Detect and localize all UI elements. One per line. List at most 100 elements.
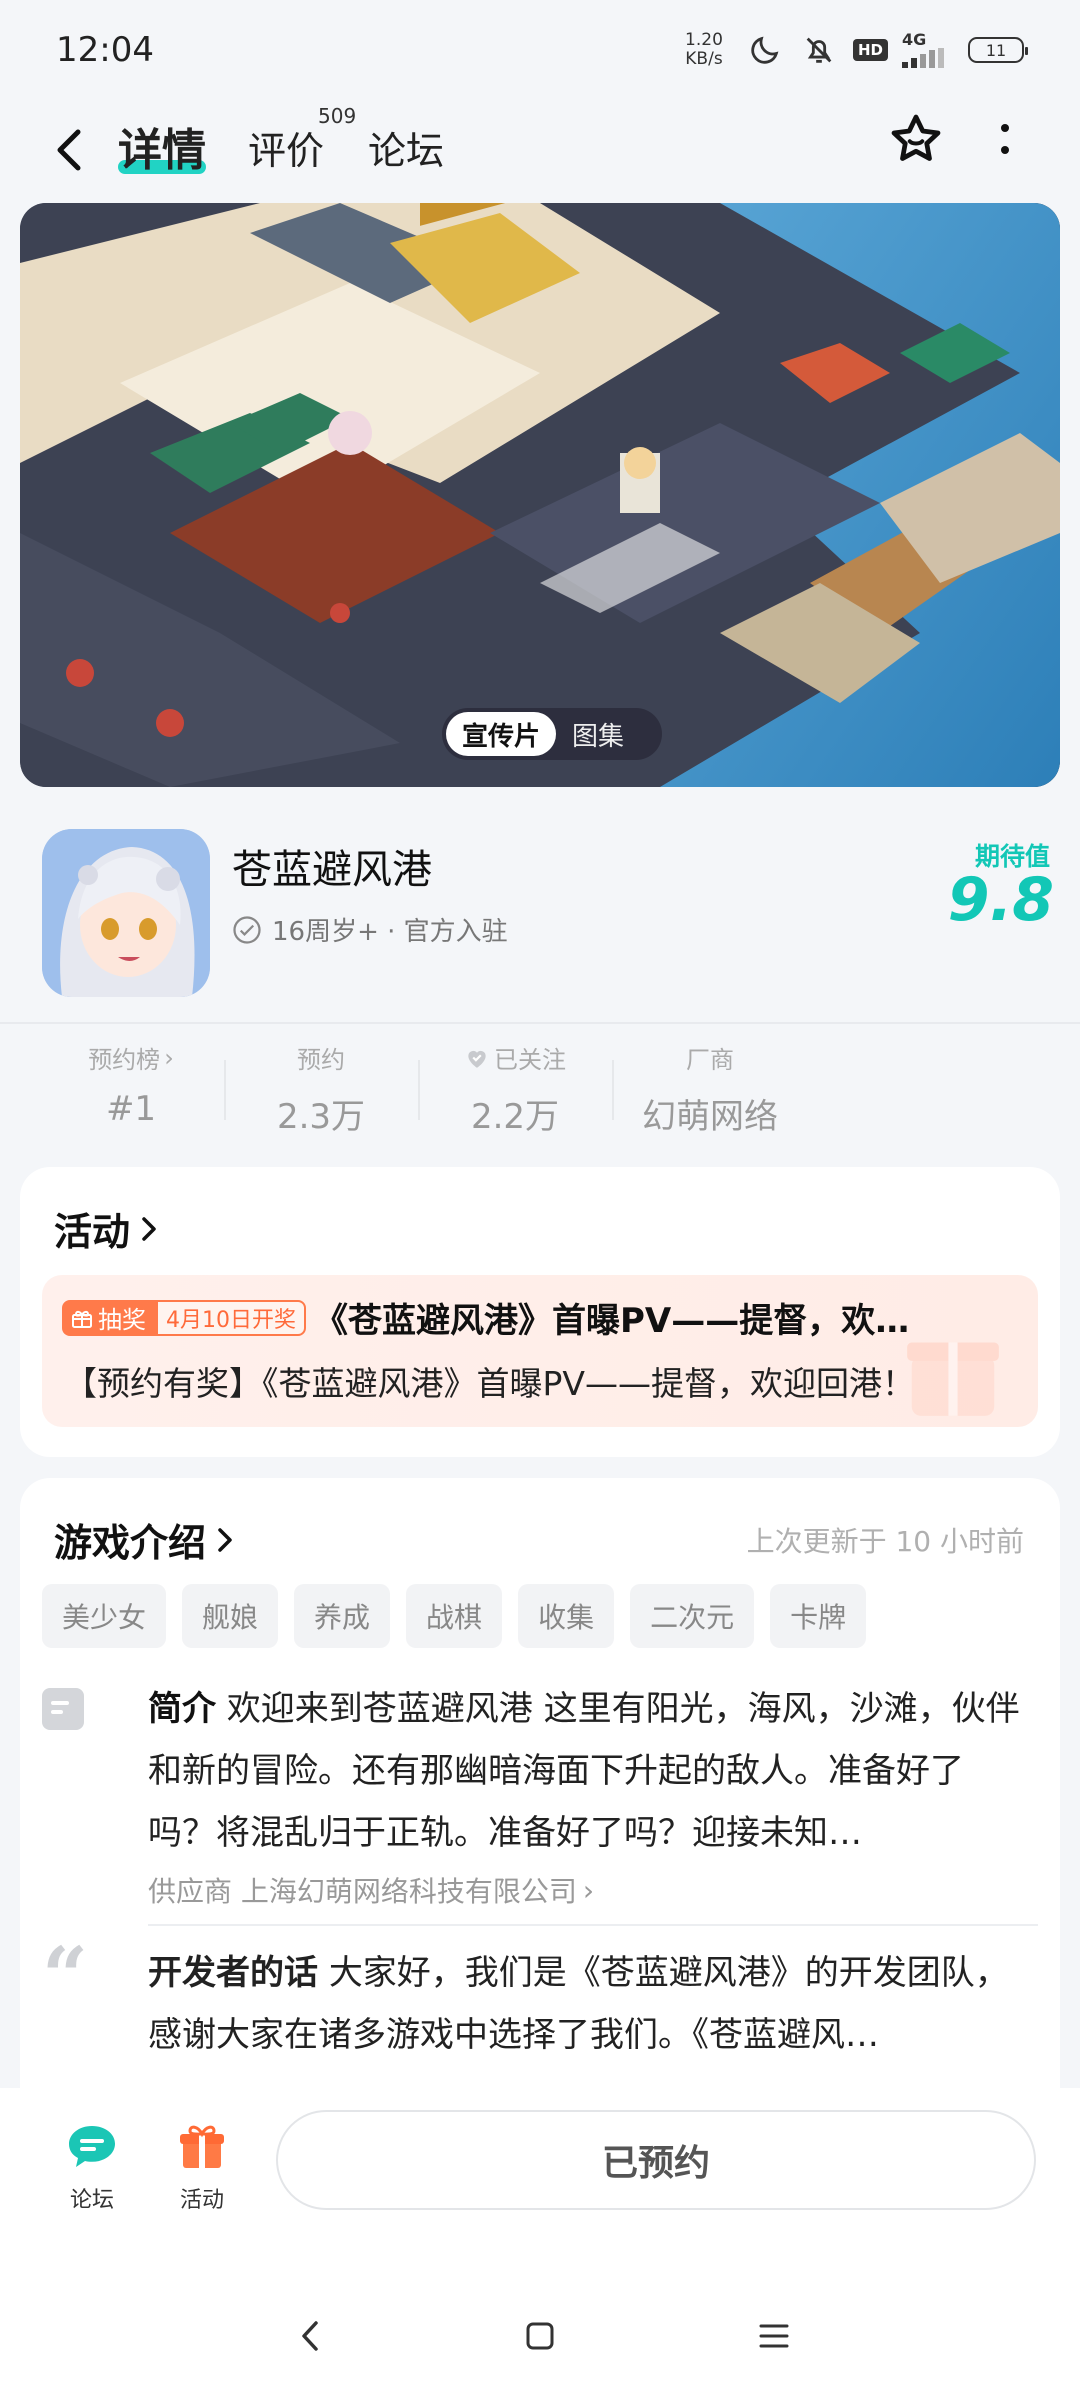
app-meta: 16周岁+ · 官方入驻: [232, 911, 508, 948]
tab-detail-label: 详情: [118, 125, 206, 176]
app-meta-text: 16周岁+ · 官方入驻: [272, 917, 508, 947]
tab-forum[interactable]: 论坛: [368, 120, 444, 175]
more-vertical-icon: [1001, 124, 1009, 154]
net-speed: 1.20 KB/s: [677, 31, 731, 69]
chevron-right-icon: ›: [164, 1043, 174, 1072]
tag[interactable]: 养成: [294, 1584, 391, 1648]
chevron-right-icon: [218, 1527, 232, 1552]
stat-label: 厂商: [686, 1046, 734, 1074]
bell-muted-icon: [799, 30, 839, 70]
tag[interactable]: 二次元: [630, 1584, 755, 1648]
stat-label: 预约榜 ›: [88, 1043, 174, 1075]
tag-list: 美少女 舰娘 养成 战棋 收集 二次元 卡牌: [42, 1584, 867, 1648]
forum-button[interactable]: 论坛: [52, 2120, 132, 2214]
activity-subtitle: 【预约有奖】《苍蓝避风港》首曝PV——提督，欢迎回港！: [64, 1364, 915, 1403]
tag[interactable]: 收集: [518, 1584, 615, 1648]
chevron-left-icon: [57, 129, 81, 171]
tab-review[interactable]: 评价 509: [248, 104, 356, 175]
summary-body: 欢迎来到苍蓝避风港 这里有阳光，海风，沙滩，伙伴和新的冒险。还有那幽暗海面下升起…: [148, 1689, 1020, 1853]
activity-button[interactable]: 活动: [162, 2120, 242, 2214]
activity-banner[interactable]: 抽奖 4月10日开奖 《苍蓝避风港》首曝PV——提督，欢… 【预约有奖】《苍蓝避…: [42, 1275, 1038, 1427]
star-icon: [891, 114, 941, 161]
divider: [0, 1022, 1080, 1024]
chevron-left-icon: [302, 2321, 318, 2351]
review-count: 509: [318, 104, 357, 128]
verified-check-icon: [233, 915, 261, 944]
expectation-score: 9.8: [947, 865, 1054, 935]
pill-gallery[interactable]: 图集: [556, 716, 640, 753]
heart-check-icon: [468, 1050, 486, 1068]
reserved-button[interactable]: 已预约: [276, 2110, 1036, 2210]
activity-section-title[interactable]: 活动: [54, 1201, 160, 1256]
more-button[interactable]: [985, 110, 1025, 170]
header-nav: 详情 评价 509 论坛: [0, 100, 1080, 220]
signal-icon: 4G: [902, 30, 954, 70]
menu-icon: [759, 2324, 789, 2348]
stat-reservation-rank[interactable]: 预约榜 › #1: [56, 1040, 206, 1130]
game-scene-illustration: [20, 203, 1060, 787]
favorite-button[interactable]: [884, 108, 948, 172]
stat-value: 幻萌网络: [642, 1097, 778, 1137]
back-button[interactable]: [44, 118, 94, 182]
chevron-right-icon: [142, 1216, 156, 1241]
tag[interactable]: 卡牌: [770, 1584, 867, 1648]
developer-note-label: 开发者的话: [148, 1953, 318, 1993]
gift-decoration-icon: [907, 1342, 999, 1416]
gift-icon: [173, 2120, 231, 2174]
net-speed-unit: KB/s: [685, 49, 723, 69]
stat-reservations: 预约 2.3万: [246, 1040, 396, 1138]
battery-icon: 11: [968, 37, 1028, 63]
status-icons: 1.20 KB/s HD 4G 11: [677, 30, 1028, 70]
intro-summary-text: 简介 欢迎来到苍蓝避风港 这里有阳光，海风，沙滩，伙伴和新的冒险。还有那幽暗海面…: [148, 1678, 1028, 1864]
hero-media[interactable]: 宣传片 图集: [20, 203, 1060, 787]
status-bar: 12:04 1.20 KB/s HD 4G 11: [0, 0, 1080, 100]
app-info: 苍蓝避风港 16周岁+ · 官方入驻 期待值 9.8: [0, 787, 1080, 1022]
stat-value: #1: [105, 1089, 157, 1129]
tag[interactable]: 舰娘: [182, 1584, 279, 1648]
supplier-link[interactable]: 供应商 上海幻萌网络科技有限公司 ›: [148, 1870, 594, 1910]
stat-followers: 已关注 2.2万: [440, 1040, 590, 1138]
tag[interactable]: 战棋: [406, 1584, 503, 1648]
gift-icon: [72, 1310, 92, 1328]
developer-note-text: 开发者的话 大家好，我们是《苍蓝避风港》的开发团队，感谢大家在诸多游戏中选择了我…: [148, 1942, 1028, 2066]
divider: [148, 1924, 1038, 1926]
tab-detail[interactable]: 详情: [118, 114, 206, 178]
app-icon: [42, 829, 210, 997]
activity-headline: 抽奖 4月10日开奖 《苍蓝避风港》首曝PV——提督，欢…: [62, 1293, 934, 1342]
tab-review-label: 评价: [248, 129, 325, 173]
system-menu-button[interactable]: [744, 2306, 804, 2366]
stat-label: 已关注: [440, 1040, 590, 1075]
stats-row: 预约榜 › #1 预约 2.3万 已关注 2.2万 厂商 幻萌网络: [0, 1040, 1080, 1150]
stat-divider: [224, 1060, 226, 1120]
game-intro-card: 游戏介绍 上次更新于 10 小时前 美少女 舰娘 养成 战棋 收集 二次元 卡牌…: [20, 1478, 1060, 2088]
system-navigation: [0, 2218, 1080, 2400]
lottery-badge: 抽奖: [62, 1299, 156, 1336]
status-time: 12:04: [56, 30, 154, 70]
last-updated: 上次更新于 10 小时前: [746, 1525, 1024, 1558]
moon-icon: [745, 30, 785, 70]
stat-value: 2.2万: [470, 1097, 560, 1137]
quote-icon: “: [42, 1929, 89, 2023]
home-square-icon: [526, 2322, 554, 2350]
stat-divider: [612, 1060, 614, 1120]
network-type: 4G: [902, 30, 927, 49]
system-home-button[interactable]: [510, 2306, 570, 2366]
hd-badge: HD: [852, 39, 888, 61]
intro-section-title[interactable]: 游戏介绍: [54, 1512, 236, 1567]
net-speed-value: 1.20: [685, 30, 723, 50]
media-switch: 宣传片 图集: [442, 708, 662, 760]
pill-promo-video[interactable]: 宣传片: [446, 712, 557, 756]
tag[interactable]: 美少女: [42, 1584, 167, 1648]
forum-chat-icon: [63, 2120, 121, 2174]
stat-divider: [418, 1060, 420, 1120]
draw-date-badge: 4月10日开奖: [156, 1299, 306, 1336]
stat-label: 预约: [297, 1046, 345, 1074]
activity-card: 活动 抽奖 4月10日开奖 《苍蓝避风港》首曝PV——提督，欢… 【预约有奖】《…: [20, 1167, 1060, 1457]
chevron-right-icon: ›: [582, 1873, 595, 1907]
bottom-action-bar: 论坛 活动 已预约: [0, 2088, 1080, 2218]
activity-title: 《苍蓝避风港》首曝PV——提督，欢…: [314, 1301, 910, 1341]
stat-publisher[interactable]: 厂商 幻萌网络: [630, 1040, 790, 1138]
system-back-button[interactable]: [280, 2306, 340, 2366]
document-icon: [42, 1688, 84, 1730]
tab-forum-label: 论坛: [368, 129, 445, 173]
